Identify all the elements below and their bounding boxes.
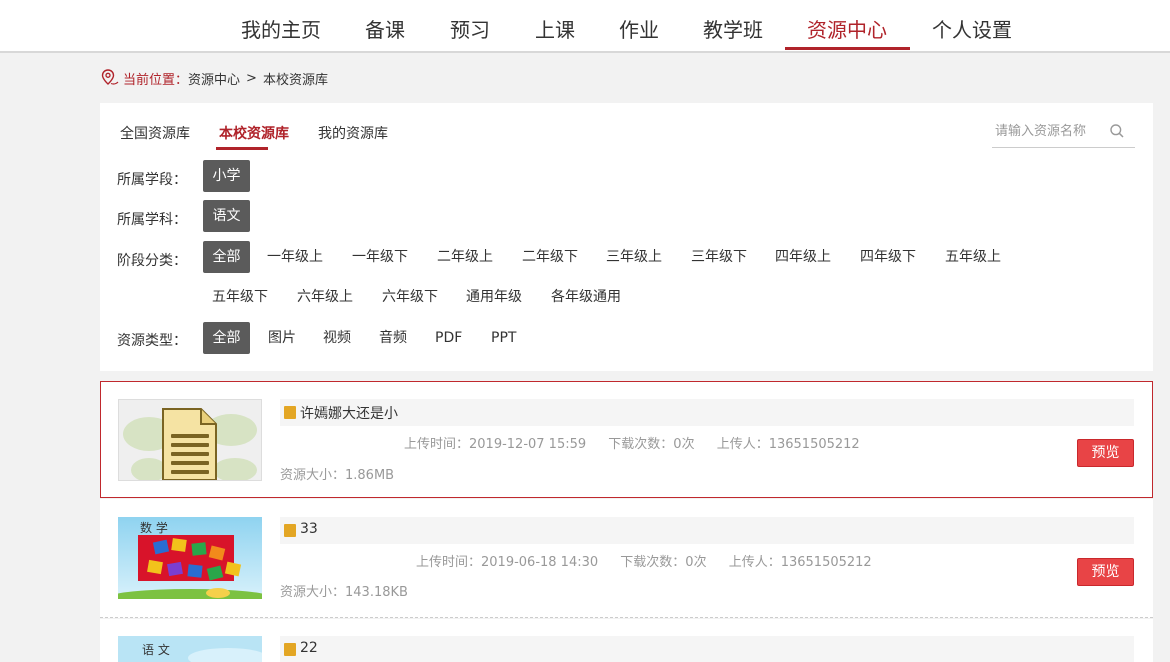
resource-title[interactable]: 33 [300, 521, 318, 537]
filter-grade-option[interactable]: 六年级上 [297, 281, 353, 313]
nav-item-homework[interactable]: 作业 [619, 14, 659, 43]
nav-item-resource-center[interactable]: 资源中心 [807, 14, 887, 43]
tab-national-library[interactable]: 全国资源库 [120, 123, 190, 143]
resource-title[interactable]: 许嫣娜大还是小 [300, 403, 398, 423]
nav-item-teaching-class[interactable]: 教学班 [703, 14, 763, 43]
filter-grade-option[interactable]: 三年级上 [606, 241, 662, 273]
nav-item-settings[interactable]: 个人设置 [932, 14, 1012, 43]
search-input[interactable] [995, 121, 1105, 141]
filter-type-all[interactable]: 全部 [203, 322, 250, 354]
filter-grade-option[interactable]: 二年级下 [522, 241, 578, 273]
filter-grade-option[interactable]: 二年级上 [437, 241, 493, 273]
search-box [992, 115, 1135, 148]
file-icon [284, 524, 296, 537]
breadcrumb-item-school-library: 本校资源库 [262, 72, 328, 88]
filter-stage-primary[interactable]: 小学 [203, 160, 250, 192]
filter-grade-option[interactable]: 五年级上 [945, 241, 1001, 273]
file-icon [284, 643, 296, 656]
location-pin-icon [101, 69, 119, 85]
breadcrumb: 当前位置： 资源中心 > 本校资源库 [100, 68, 328, 88]
filter-type-ppt[interactable]: PPT [491, 322, 516, 354]
filter-grade-option[interactable]: 一年级下 [352, 241, 408, 273]
filter-label-subject: 所属学科： [117, 212, 187, 228]
file-icon [284, 406, 296, 419]
filter-type-image[interactable]: 图片 [268, 322, 296, 354]
preview-button[interactable]: 预览 [1077, 558, 1134, 586]
nav-item-prepare[interactable]: 备课 [365, 14, 405, 43]
resource-size: 资源大小：1.86MB [280, 468, 395, 483]
download-count: 下载次数：0次 [608, 437, 695, 452]
resource-title[interactable]: 22 [300, 640, 318, 656]
thumbnail-caption: 语 文 [142, 643, 170, 657]
filter-grade-option[interactable]: 五年级下 [212, 281, 268, 313]
filter-grade-all[interactable]: 全部 [203, 241, 250, 273]
preview-button[interactable]: 预览 [1077, 439, 1134, 467]
filter-grade-option[interactable]: 四年级上 [775, 241, 831, 273]
resource-title-bar: 许嫣娜大还是小 [280, 399, 1134, 426]
filter-grade-option[interactable]: 六年级下 [382, 281, 438, 313]
filter-type-video[interactable]: 视频 [323, 322, 351, 354]
resource-item[interactable]: 数 学 33 上传时间：2019-06-18 14:30 下载次数：0次 上传人… [100, 499, 1153, 618]
thumbnail-caption: 数 学 [140, 521, 168, 535]
nav-item-home[interactable]: 我的主页 [241, 14, 321, 43]
filter-label-grade: 阶段分类： [117, 253, 187, 269]
search-icon[interactable] [1109, 123, 1125, 139]
filter-grade-option[interactable]: 各年级通用 [551, 281, 621, 313]
nav-active-underline [785, 47, 910, 50]
filter-type-pdf[interactable]: PDF [435, 322, 462, 354]
item-divider [100, 617, 1153, 618]
breadcrumb-item-resource-center[interactable]: 资源中心 [188, 69, 240, 88]
breadcrumb-label: 当前位置： [123, 72, 189, 88]
nav-item-preview[interactable]: 预习 [450, 14, 490, 43]
tab-my-library[interactable]: 我的资源库 [318, 123, 388, 143]
filter-label-type: 资源类型： [117, 333, 187, 349]
resource-title-bar: 22 [280, 636, 1134, 662]
uploader: 上传人：13651505212 [716, 437, 860, 452]
filter-grade-option[interactable]: 三年级下 [691, 241, 747, 273]
filter-grade-option[interactable]: 四年级下 [860, 241, 916, 273]
tab-school-library[interactable]: 本校资源库 [219, 123, 289, 143]
filter-grade-option[interactable]: 通用年级 [466, 281, 522, 313]
resource-thumbnail[interactable]: 语 文 [118, 636, 262, 662]
resource-meta: 上传时间：2019-12-07 15:59 下载次数：0次 上传人：136515… [404, 433, 878, 452]
download-count: 下载次数：0次 [620, 555, 707, 570]
uploader: 上传人：13651505212 [728, 555, 872, 570]
nav-item-class[interactable]: 上课 [535, 14, 575, 43]
resource-meta: 上传时间：2019-06-18 14:30 下载次数：0次 上传人：136515… [416, 551, 890, 570]
resource-item[interactable]: 语 文 22 [100, 619, 1153, 662]
upload-time: 上传时间：2019-12-07 15:59 [404, 437, 587, 452]
resource-thumbnail[interactable] [118, 399, 262, 481]
breadcrumb-separator: > [246, 70, 257, 86]
resource-item[interactable]: 许嫣娜大还是小 上传时间：2019-12-07 15:59 下载次数：0次 上传… [100, 381, 1153, 498]
tab-active-underline [216, 147, 268, 150]
filter-grade-option[interactable]: 一年级上 [267, 241, 323, 273]
resource-title-bar: 33 [280, 517, 1134, 544]
resource-size: 资源大小：143.18KB [280, 585, 408, 600]
filter-subject-chinese[interactable]: 语文 [203, 200, 250, 232]
document-thumbnail-icon [119, 400, 261, 480]
chinese-thumbnail-icon [118, 636, 262, 662]
upload-time: 上传时间：2019-06-18 14:30 [416, 555, 599, 570]
filter-panel: 全国资源库 本校资源库 我的资源库 所属学段： 小学 所属学科： 语文 阶段分类… [100, 103, 1153, 371]
filter-type-audio[interactable]: 音频 [379, 322, 407, 354]
filter-label-stage: 所属学段： [117, 172, 187, 188]
resource-thumbnail[interactable]: 数 学 [118, 517, 262, 599]
top-nav: 我的主页 备课 预习 上课 作业 教学班 资源中心 个人设置 [0, 0, 1170, 53]
